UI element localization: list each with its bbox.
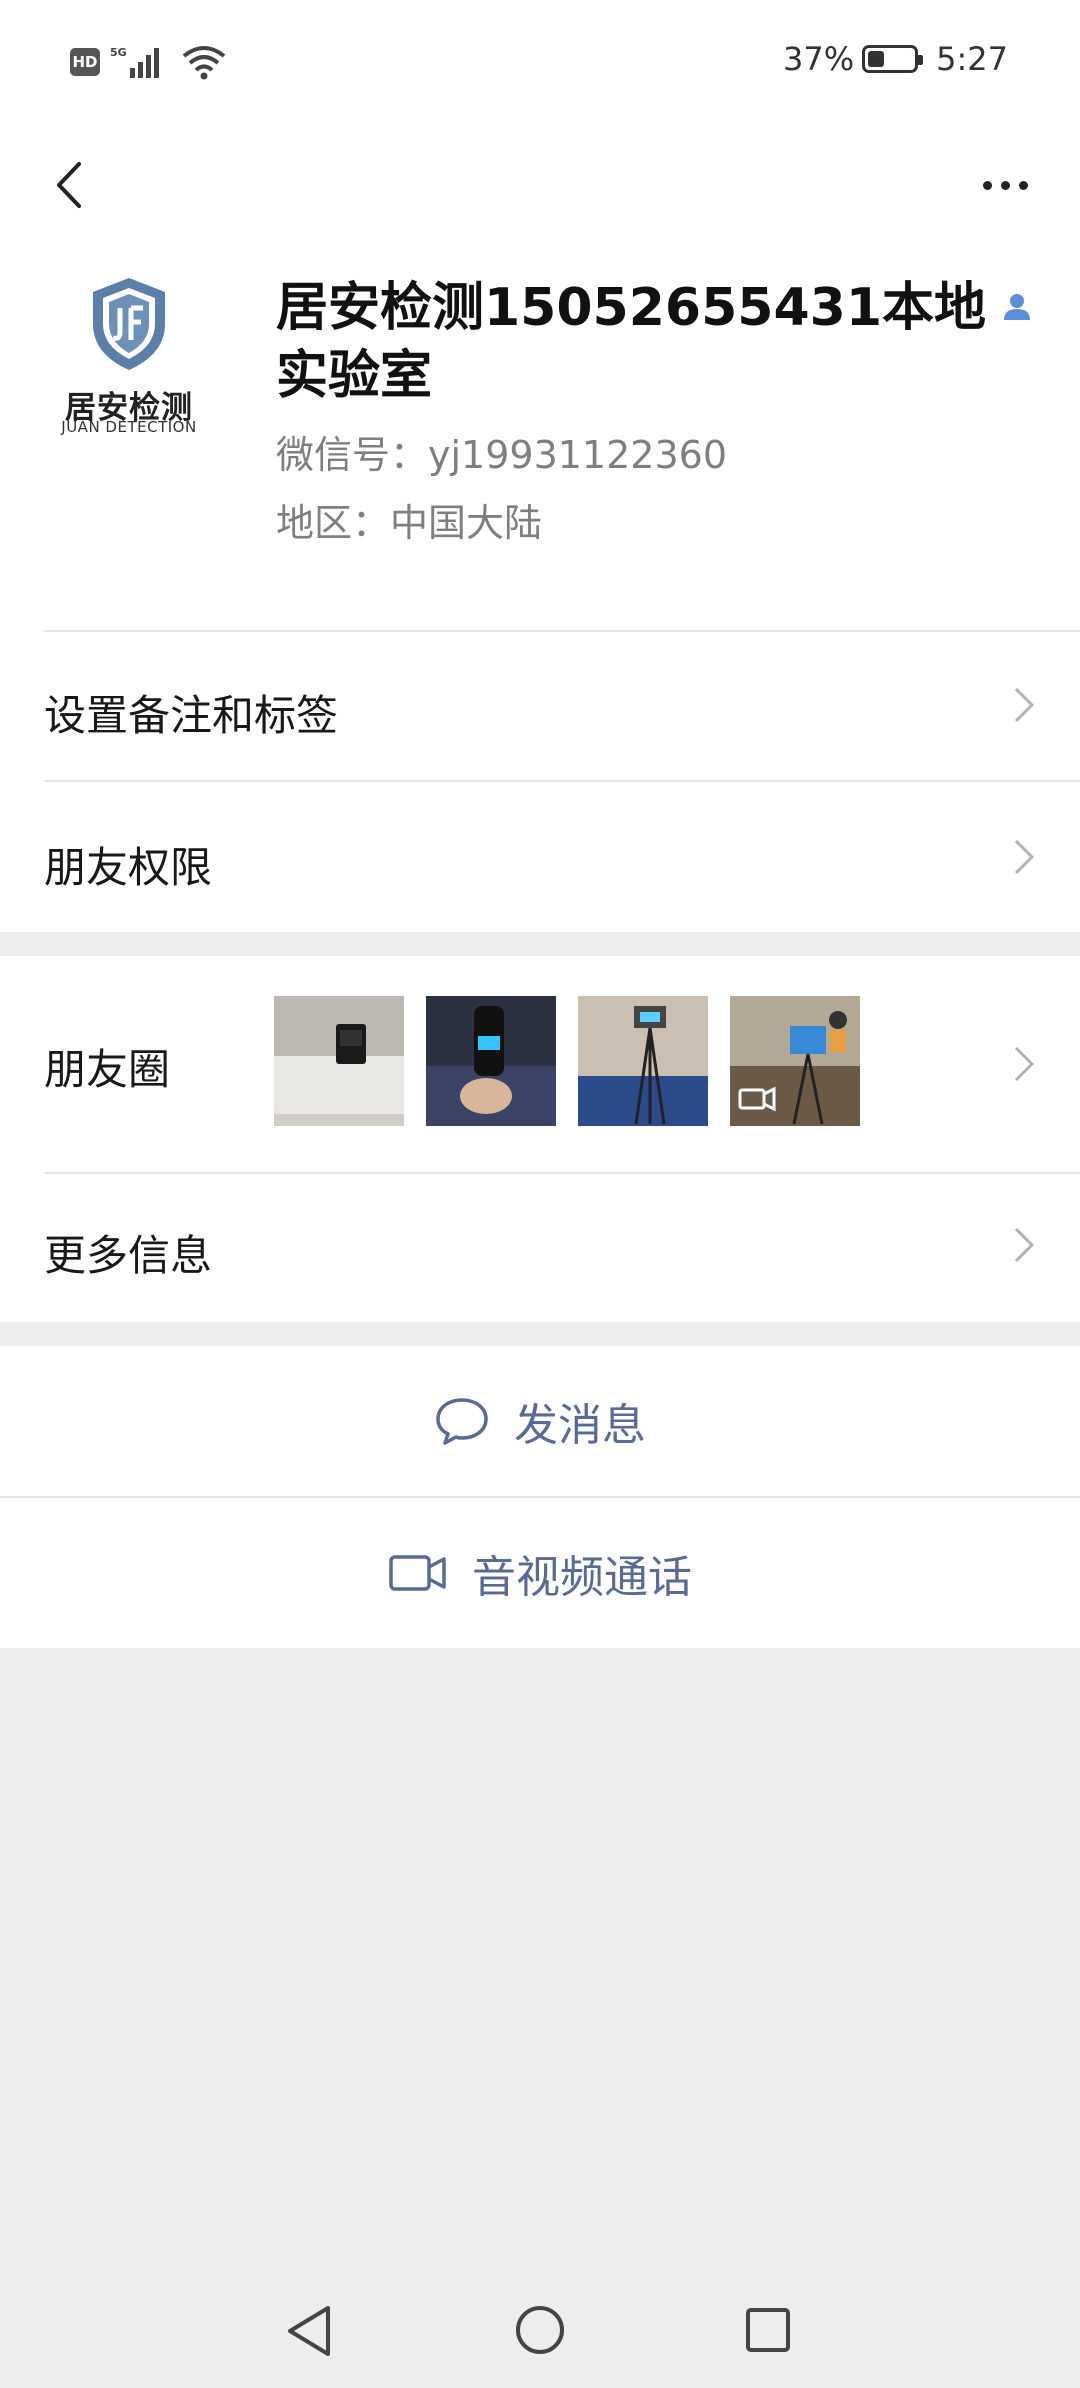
nav-back-icon[interactable] bbox=[284, 2304, 334, 2358]
moments-thumbnail bbox=[578, 996, 708, 1126]
chevron-right-icon bbox=[1014, 1046, 1035, 1082]
divider bbox=[44, 1172, 1080, 1174]
battery-fill bbox=[868, 51, 885, 67]
back-button[interactable] bbox=[30, 130, 110, 240]
battery-percent: 37% bbox=[783, 40, 855, 78]
contact-person-icon bbox=[1004, 294, 1030, 320]
more-info-row[interactable]: 更多信息 bbox=[0, 1172, 1080, 1322]
hd-badge: HD bbox=[70, 48, 100, 76]
chevron-right-icon bbox=[1014, 1227, 1035, 1263]
moments-thumbnail bbox=[274, 996, 404, 1126]
clock: 5:27 bbox=[936, 40, 1008, 78]
remarks-tags-row[interactable]: 设置备注和标签 bbox=[0, 630, 1080, 780]
moments-row[interactable]: 朋友圈 bbox=[0, 956, 1080, 1172]
moments-label: 朋友圈 bbox=[44, 1045, 171, 1094]
wechat-id: 微信号：yj19931122360 bbox=[276, 433, 727, 477]
svg-text:5G: 5G bbox=[110, 46, 127, 59]
send-message-label: 发消息 bbox=[514, 1400, 646, 1451]
contact-name: 居安检测15052655431本地实验室 bbox=[276, 278, 986, 406]
navigation-bar bbox=[0, 130, 1080, 240]
battery-icon bbox=[862, 45, 924, 73]
wifi-icon bbox=[182, 46, 226, 80]
status-bar: HD 5G 37% 5:27 bbox=[0, 0, 1080, 130]
moments-thumbnail bbox=[426, 996, 556, 1126]
friend-permissions-label: 朋友权限 bbox=[44, 843, 213, 892]
av-call-button[interactable]: 音视频通话 bbox=[0, 1498, 1080, 1648]
more-info-label: 更多信息 bbox=[44, 1231, 213, 1280]
shield-logo-icon bbox=[93, 278, 165, 370]
avatar-logo-subtitle: JUAN DETECTION bbox=[61, 418, 197, 436]
chat-bubble-icon bbox=[436, 1398, 488, 1445]
cellular-signal-icon: 5G bbox=[110, 46, 159, 78]
chevron-left-icon bbox=[57, 162, 81, 208]
send-message-button[interactable]: 发消息 bbox=[0, 1346, 1080, 1496]
contact-profile-page: HD 5G 37% 5:27 居安检测 JUAN DETECTION 居安检测1… bbox=[0, 0, 1080, 2388]
more-options-button[interactable] bbox=[960, 130, 1050, 240]
more-dot bbox=[982, 180, 992, 190]
av-call-label: 音视频通话 bbox=[472, 1552, 692, 1603]
divider bbox=[44, 630, 1080, 632]
chevron-right-icon bbox=[1014, 839, 1035, 875]
nav-home-icon[interactable] bbox=[514, 2304, 566, 2356]
more-dot bbox=[1000, 180, 1010, 190]
region: 地区：中国大陆 bbox=[276, 501, 543, 545]
moments-thumbnail bbox=[730, 996, 860, 1126]
video-camera-icon bbox=[389, 1555, 446, 1591]
divider bbox=[44, 780, 1080, 782]
chevron-right-icon bbox=[1014, 687, 1035, 723]
friend-permissions-row[interactable]: 朋友权限 bbox=[0, 780, 1080, 932]
nav-recents-icon[interactable] bbox=[744, 2306, 792, 2354]
system-navigation-bar bbox=[0, 2260, 1080, 2388]
more-dot bbox=[1018, 180, 1028, 190]
avatar[interactable]: 居安检测 JUAN DETECTION bbox=[44, 274, 214, 444]
remarks-tags-label: 设置备注和标签 bbox=[44, 691, 339, 740]
profile-header: 居安检测 JUAN DETECTION 居安检测15052655431本地实验室… bbox=[0, 240, 1080, 630]
